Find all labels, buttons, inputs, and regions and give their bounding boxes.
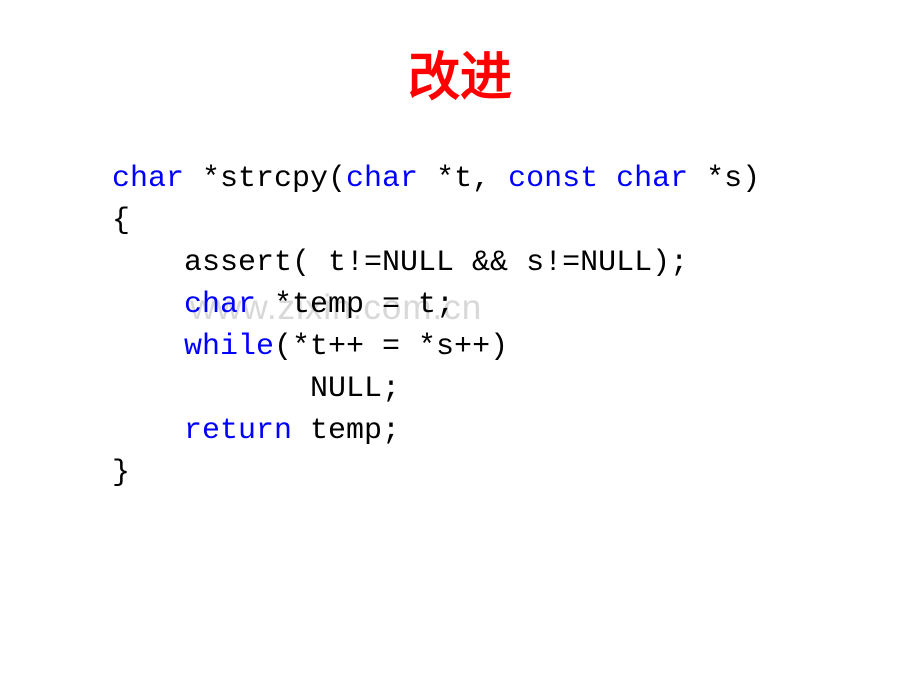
code-keyword: return [184,414,292,448]
slide-title: 改进 [0,35,920,110]
code-text [598,162,616,196]
code-block: char *strcpy(char *t, const char *s) { a… [112,158,760,494]
code-text [112,330,184,364]
code-keyword: char [184,288,256,322]
code-text: *strcpy( [184,162,346,196]
code-keyword: char [616,162,688,196]
code-text: *s) [688,162,760,196]
code-text: assert( t!=NULL && s!=NULL); [112,246,688,280]
code-keyword: char [112,162,184,196]
code-keyword: const [508,162,598,196]
code-text: *temp = t; [256,288,454,322]
code-text: } [112,456,130,490]
code-text: { [112,204,130,238]
code-keyword: while [184,330,274,364]
code-keyword: char [346,162,418,196]
code-text [112,288,184,322]
code-text: NULL; [112,372,400,406]
code-text: (*t++ = *s++) [274,330,508,364]
code-text: temp; [292,414,400,448]
code-text: *t, [418,162,508,196]
code-text [112,414,184,448]
